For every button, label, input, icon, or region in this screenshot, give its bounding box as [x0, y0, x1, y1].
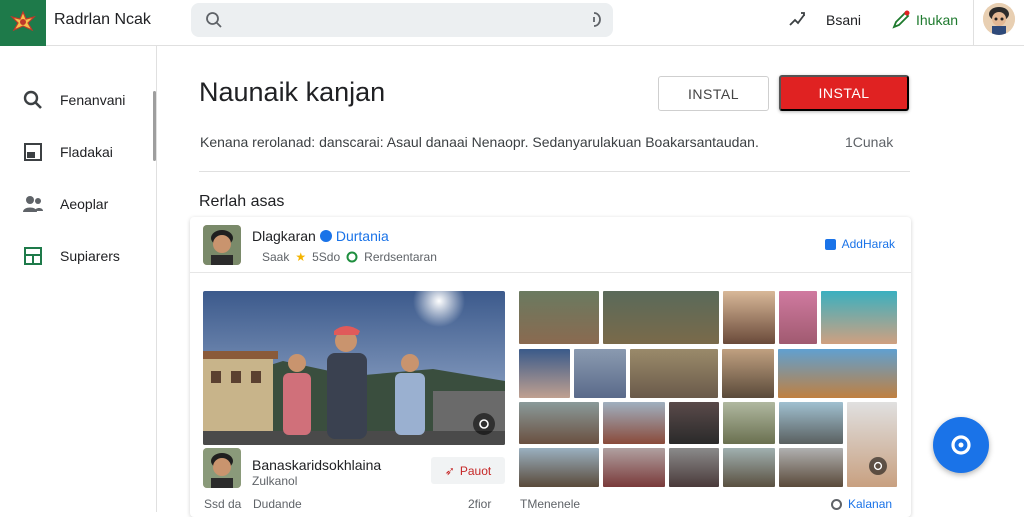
photo-grid [519, 291, 897, 487]
main-photo[interactable] [203, 291, 505, 445]
grid-photo[interactable] [669, 402, 719, 444]
count-text: 5Sdo [312, 250, 341, 264]
header-action-1[interactable]: Bsani [826, 12, 861, 28]
floating-action-button[interactable] [933, 417, 989, 473]
grid-photo[interactable] [821, 291, 897, 344]
add-action[interactable]: AddHarak [824, 237, 895, 251]
grid-icon [22, 245, 44, 267]
grid-photo[interactable] [669, 448, 719, 487]
star-icon: ★ [295, 250, 307, 264]
edit-icon[interactable] [890, 9, 912, 36]
header-action-2[interactable]: Ihukan [916, 12, 958, 28]
user-avatar[interactable] [983, 3, 1015, 35]
grid-photo[interactable] [603, 291, 719, 344]
card-footer-link: Kalanan [848, 497, 893, 511]
sidebar-item-label: Supiarers [60, 248, 120, 264]
sidebar-item-label: Fenanvani [60, 92, 126, 108]
grid-photo[interactable] [722, 349, 774, 398]
card-footer-right-1: TMenenele [520, 497, 581, 511]
grid-photo[interactable] [723, 448, 775, 487]
author-meta: Saak ★ 5Sdo Rerdsentaran [262, 250, 437, 264]
author-avatar[interactable] [203, 225, 241, 265]
garuda-logo-icon [10, 10, 36, 32]
app-logo[interactable] [0, 0, 46, 46]
status-icon [346, 251, 358, 263]
grid-photo[interactable] [779, 448, 843, 487]
reply-button[interactable]: ➶ Pauot [431, 457, 505, 484]
grid-photo[interactable] [847, 402, 897, 487]
grid-photo[interactable] [574, 349, 626, 398]
sparkle-icon[interactable] [786, 9, 808, 36]
install-primary-button[interactable]: INSTAL [779, 75, 909, 111]
commenter-title[interactable]: Banaskaridsokhlaina [252, 457, 381, 473]
grid-photo[interactable] [723, 291, 775, 344]
search-input[interactable] [191, 3, 613, 37]
sidebar-scrollbar[interactable] [153, 91, 156, 161]
checkbox-icon [824, 238, 836, 250]
app-title: Radrlan Nсak [54, 11, 151, 28]
section-divider [199, 171, 910, 172]
top-bar: Radrlan Nсak Bsani Ihukan [0, 0, 1024, 46]
search-icon [22, 89, 44, 111]
card-header: Dlagkaran Durtania Saak ★ 5Sdo Rerdsentar… [190, 217, 911, 273]
reply-button-label: Pauot [459, 463, 492, 478]
eye-icon [951, 435, 971, 455]
grid-photo[interactable] [723, 402, 775, 444]
search-icon [205, 11, 223, 34]
install-outline-button[interactable]: INSTAL [658, 76, 769, 111]
card-footer-left-2: Dudande [253, 497, 302, 511]
sidebar-item-4[interactable]: Supiarers [22, 241, 120, 271]
grid-photo[interactable] [779, 291, 817, 344]
grid-photo[interactable] [519, 448, 599, 487]
grid-photo[interactable] [603, 448, 665, 487]
grid-photo[interactable] [779, 402, 843, 444]
post-card: Dlagkaran Durtania Saak ★ 5Sdo Rerdsentar… [190, 217, 911, 517]
page-description: Kenana rerolanad: danscarai: Asaul danaa… [200, 134, 759, 150]
sidebar-item-3[interactable]: Aeoplar [22, 189, 108, 219]
rating-text: Saak [262, 250, 290, 264]
sidebar-item-label: Fladakai [60, 144, 113, 160]
sidebar-item-label: Aeoplar [60, 196, 109, 212]
card-footer-mid: 2fior [468, 497, 492, 511]
commenter-subtitle: Zulkanol [252, 474, 298, 488]
voice-search-icon[interactable] [585, 11, 603, 34]
grid-photo[interactable] [519, 291, 599, 344]
grid-photo[interactable] [603, 402, 665, 444]
expand-icon[interactable] [473, 413, 495, 435]
grid-photo[interactable] [519, 402, 599, 444]
grid-photo[interactable] [519, 349, 570, 398]
expand-icon[interactable] [869, 457, 887, 475]
arrow-icon: ➶ [444, 463, 455, 478]
commenter-avatar[interactable] [203, 448, 241, 488]
description-count: 1Cunak [845, 134, 894, 150]
sidebar: Fenanvani Fladakai Aeoplar Supiarers [0, 46, 157, 512]
author-name-text: Dlagkaran [252, 228, 316, 244]
people-icon [22, 193, 44, 215]
sidebar-item-2[interactable]: Fladakai [22, 137, 113, 167]
author-brand[interactable]: Durtania [336, 228, 389, 244]
circle-icon [831, 498, 842, 510]
section-title: Rerlah asas [199, 193, 285, 210]
verified-icon [319, 230, 332, 242]
sidebar-item-1[interactable]: Fenanvani [22, 85, 125, 115]
grid-photo[interactable] [630, 349, 718, 398]
add-action-label: AddHarak [841, 237, 895, 251]
card-footer-left-1: Ssd da [204, 497, 242, 511]
card-footer-right-2[interactable]: Kalanan [831, 497, 892, 511]
grid-photo[interactable] [778, 349, 897, 398]
status-text: Rerdsentaran [364, 250, 437, 264]
page-title: Naunaik kanjan [199, 77, 386, 107]
author-name[interactable]: Dlagkaran Durtania [252, 228, 389, 244]
inbox-icon [22, 141, 44, 163]
header-divider [973, 0, 974, 46]
